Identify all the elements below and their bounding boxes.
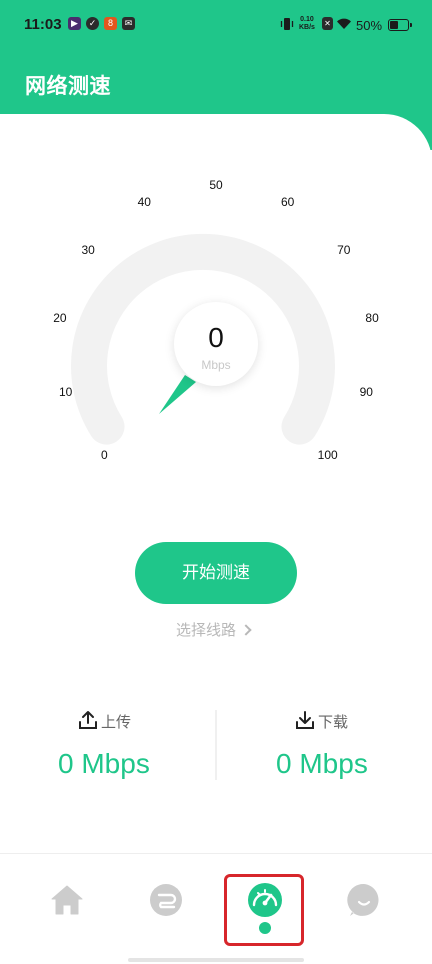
nav-home[interactable] (49, 882, 85, 918)
gauge-tick-label: 0 (100, 447, 108, 462)
home-indicator (128, 958, 304, 962)
gauge-tick-label: 40 (137, 195, 151, 210)
gauge-tick-label: 20 (53, 311, 67, 326)
gauge-tick-label: 70 (337, 243, 351, 258)
download-label: 下载 (295, 710, 348, 732)
route-icon (150, 884, 182, 916)
gauge-tick-label: 30 (81, 243, 95, 258)
gauge-tick-label: 100 (317, 447, 338, 462)
nav-route[interactable] (148, 882, 184, 918)
gauge-tick-label: 10 (59, 384, 73, 399)
bottom-nav-divider (0, 853, 432, 854)
profile-icon (347, 883, 379, 916)
upload-label: 上传 (78, 710, 131, 732)
download-label-text: 下载 (318, 714, 349, 731)
gauge-center: 0 Mbps (174, 302, 258, 386)
upload-label-text: 上传 (101, 714, 132, 731)
select-route-label: 选择线路 (176, 622, 237, 639)
download-value: 0 Mbps (276, 748, 368, 779)
upload-value: 0 Mbps (58, 748, 150, 779)
select-route-link[interactable]: 选择线路 (176, 619, 252, 640)
highlight-box (224, 874, 304, 946)
gauge-tick-label: 80 (365, 311, 379, 326)
chevron-right-icon (240, 624, 252, 636)
gauge-tick-label: 90 (359, 384, 373, 399)
download-icon (296, 711, 314, 729)
upload-icon (79, 711, 97, 729)
nav-profile[interactable] (346, 882, 382, 918)
gauge-tick-label: 60 (281, 195, 295, 210)
gauge-needle (159, 375, 196, 414)
current-speed-unit: Mbps (201, 358, 231, 372)
stats-divider (215, 710, 217, 780)
current-speed-value: 0 (208, 322, 224, 353)
speed-gauge (71, 233, 335, 445)
home-icon (51, 885, 83, 915)
gauge-tick-label: 50 (209, 178, 223, 192)
start-speed-test-button[interactable]: 开始测速 (135, 542, 297, 604)
